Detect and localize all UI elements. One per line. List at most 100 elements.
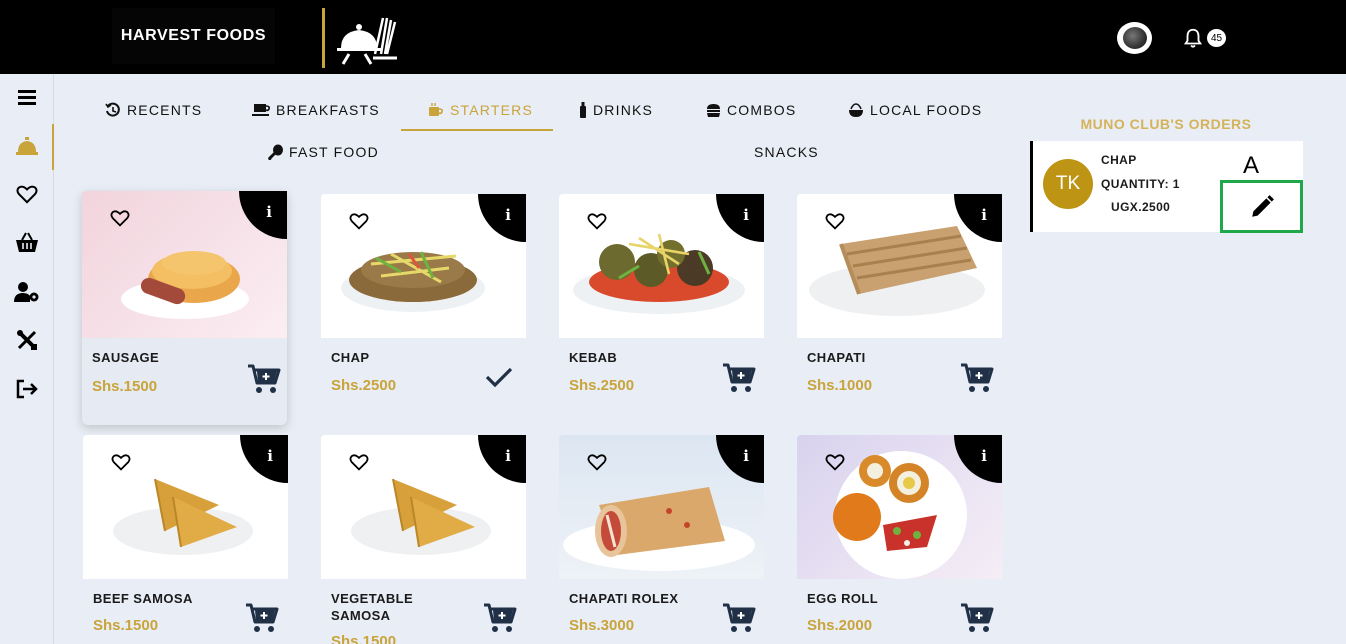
orders-title: MUNO CLUB'S ORDERS: [1080, 116, 1252, 132]
food-price: Shs.2000: [807, 617, 873, 634]
heart-icon[interactable]: [110, 209, 130, 227]
annotation-label: A: [1243, 152, 1260, 179]
food-price: Shs.2500: [331, 377, 397, 394]
user-avatar[interactable]: [1117, 22, 1152, 54]
active-tab-underline: [401, 129, 553, 131]
add-to-cart-icon[interactable]: [722, 602, 756, 634]
info-icon: i: [505, 206, 511, 224]
food-price: Shs.1000: [807, 377, 873, 394]
food-name: CHAPATI ROLEX: [569, 591, 679, 606]
tab-label: RECENTS: [127, 102, 203, 118]
tab-fast-food[interactable]: FAST FOOD: [268, 141, 379, 163]
added-check-icon[interactable]: [485, 366, 513, 388]
add-to-cart-icon[interactable]: [960, 602, 994, 634]
basket-icon: [16, 232, 38, 252]
sidebar-item-orders[interactable]: [0, 124, 54, 170]
notification-count: 45: [1207, 29, 1226, 47]
info-icon: i: [266, 203, 272, 221]
add-to-cart-icon[interactable]: [960, 362, 994, 394]
logout-icon: [16, 379, 38, 399]
burger-icon: [707, 103, 720, 117]
food-name: CHAPATI: [807, 350, 866, 365]
sidebar-item-menu[interactable]: [0, 77, 54, 117]
tools-icon: [17, 330, 37, 350]
tab-breakfasts[interactable]: BREAKFASTS: [252, 99, 380, 121]
tab-local-foods[interactable]: LOCAL FOODS: [848, 99, 982, 121]
add-to-cart-icon[interactable]: [245, 602, 279, 634]
logo-icon: [337, 17, 397, 65]
sidebar-item-account-settings[interactable]: [0, 272, 54, 312]
sidebar-item-favorites[interactable]: [0, 174, 54, 214]
tab-label: FAST FOOD: [289, 144, 379, 160]
tab-label: COMBOS: [727, 102, 797, 118]
drumstick-icon: [268, 144, 283, 160]
heart-icon[interactable]: [349, 453, 369, 471]
heart-icon: [16, 185, 38, 204]
tab-starters[interactable]: STARTERS: [428, 99, 533, 121]
add-to-cart-icon[interactable]: [483, 602, 517, 634]
food-card-vegetable-samosa[interactable]: i VEGETABLE SAMOSA Shs.1500: [321, 435, 526, 644]
food-image: i: [321, 194, 526, 338]
heart-icon[interactable]: [587, 453, 607, 471]
heart-icon[interactable]: [825, 212, 845, 230]
tab-label: BREAKFASTS: [276, 102, 380, 118]
food-card-beef-samosa[interactable]: i BEEF SAMOSA Shs.1500: [83, 435, 288, 644]
tab-label: SNACKS: [754, 144, 819, 160]
bell-icon[interactable]: [1182, 27, 1204, 49]
food-image: i: [321, 435, 526, 579]
tab-label: DRINKS: [593, 102, 654, 118]
pencil-icon: [1251, 194, 1274, 217]
add-to-cart-icon[interactable]: [247, 363, 281, 395]
tab-drinks[interactable]: DRINKS: [579, 99, 653, 121]
info-icon: i: [981, 447, 987, 465]
food-card-chapati-rolex[interactable]: i CHAPATI ROLEX Shs.3000: [559, 435, 764, 644]
info-icon: i: [743, 447, 749, 465]
food-card-egg-roll[interactable]: i EGG ROLL Shs.2000: [797, 435, 1002, 644]
food-image: i: [83, 435, 288, 579]
brand-box[interactable]: HARVEST FOODS: [112, 8, 275, 64]
tab-snacks[interactable]: SNACKS: [754, 141, 819, 163]
food-name: SAUSAGE: [92, 350, 160, 365]
sidebar-item-basket[interactable]: [0, 223, 54, 263]
food-price: Shs.3000: [569, 617, 635, 634]
food-card-kebab[interactable]: i KEBAB Shs.2500: [559, 194, 764, 394]
food-image: i: [797, 435, 1002, 579]
edit-order-button[interactable]: [1220, 180, 1303, 233]
top-bar: HARVEST FOODS 45: [0, 0, 1346, 74]
bowl-icon: [849, 102, 863, 117]
breakfast-icon: [252, 104, 270, 116]
food-price: Shs.1500: [92, 378, 158, 395]
brand-divider: [322, 8, 325, 68]
mug-icon: [429, 103, 443, 116]
heart-icon[interactable]: [587, 212, 607, 230]
menu-icon: [18, 90, 36, 105]
sidebar-item-tools[interactable]: [0, 320, 54, 360]
heart-icon[interactable]: [111, 453, 131, 471]
sidebar-item-logout[interactable]: [0, 369, 54, 409]
heart-icon[interactable]: [825, 453, 845, 471]
food-card-sausage[interactable]: i SAUSAGE Shs.1500: [82, 191, 287, 425]
food-card-chapati[interactable]: i CHAPATI Shs.1000: [797, 194, 1002, 394]
tab-recents[interactable]: RECENTS: [105, 99, 202, 121]
add-to-cart-icon[interactable]: [722, 362, 756, 394]
heart-icon[interactable]: [349, 212, 369, 230]
order-item-quantity: QUANTITY: 1: [1101, 177, 1180, 191]
food-card-chap[interactable]: i CHAP Shs.2500: [321, 194, 526, 394]
food-name: KEBAB: [569, 350, 618, 365]
food-price: Shs.1500: [93, 617, 159, 634]
tab-label: LOCAL FOODS: [870, 102, 983, 118]
info-icon: i: [743, 206, 749, 224]
food-image: i: [82, 191, 287, 338]
order-avatar: TK: [1043, 159, 1093, 209]
info-icon: i: [267, 447, 273, 465]
bottle-icon: [580, 102, 586, 118]
food-image: i: [559, 435, 764, 579]
tab-combos[interactable]: COMBOS: [706, 99, 796, 121]
food-price: Shs.2500: [569, 377, 635, 394]
service-bell-icon: [16, 137, 38, 155]
order-item-name: CHAP: [1101, 153, 1137, 167]
food-name: BEEF SAMOSA: [93, 591, 193, 606]
info-icon: i: [981, 206, 987, 224]
brand-name: HARVEST FOODS: [120, 27, 267, 44]
info-icon: i: [505, 447, 511, 465]
